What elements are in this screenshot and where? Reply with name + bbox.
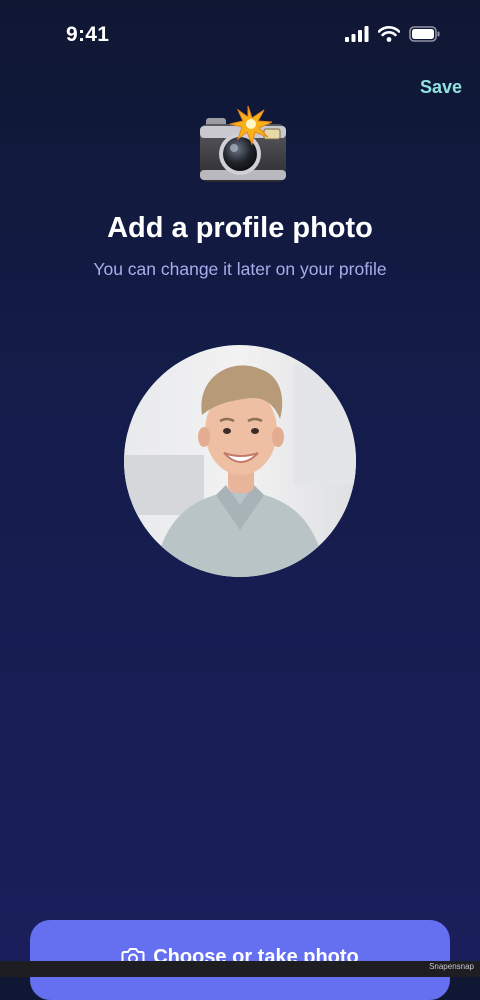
- camera-with-flash-icon: [200, 105, 286, 182]
- profile-photo-avatar[interactable]: [124, 345, 356, 577]
- choose-or-take-photo-button[interactable]: Choose or take photo: [30, 920, 450, 1000]
- status-bar: 9:41: [0, 0, 480, 70]
- cellular-signal-icon: [345, 26, 369, 42]
- wifi-icon: [378, 26, 400, 42]
- status-time: 9:41: [66, 23, 110, 46]
- page-title: Add a profile photo: [107, 212, 373, 244]
- watermark-text: Snapensnap: [429, 962, 474, 971]
- save-button[interactable]: Save: [420, 77, 462, 98]
- profile-photo-image: [124, 345, 356, 577]
- page-subtitle: You can change it later on your profile: [93, 259, 387, 279]
- battery-icon: [409, 26, 440, 42]
- status-icons: [345, 26, 440, 42]
- footer-strip: Snapensnap: [0, 961, 480, 977]
